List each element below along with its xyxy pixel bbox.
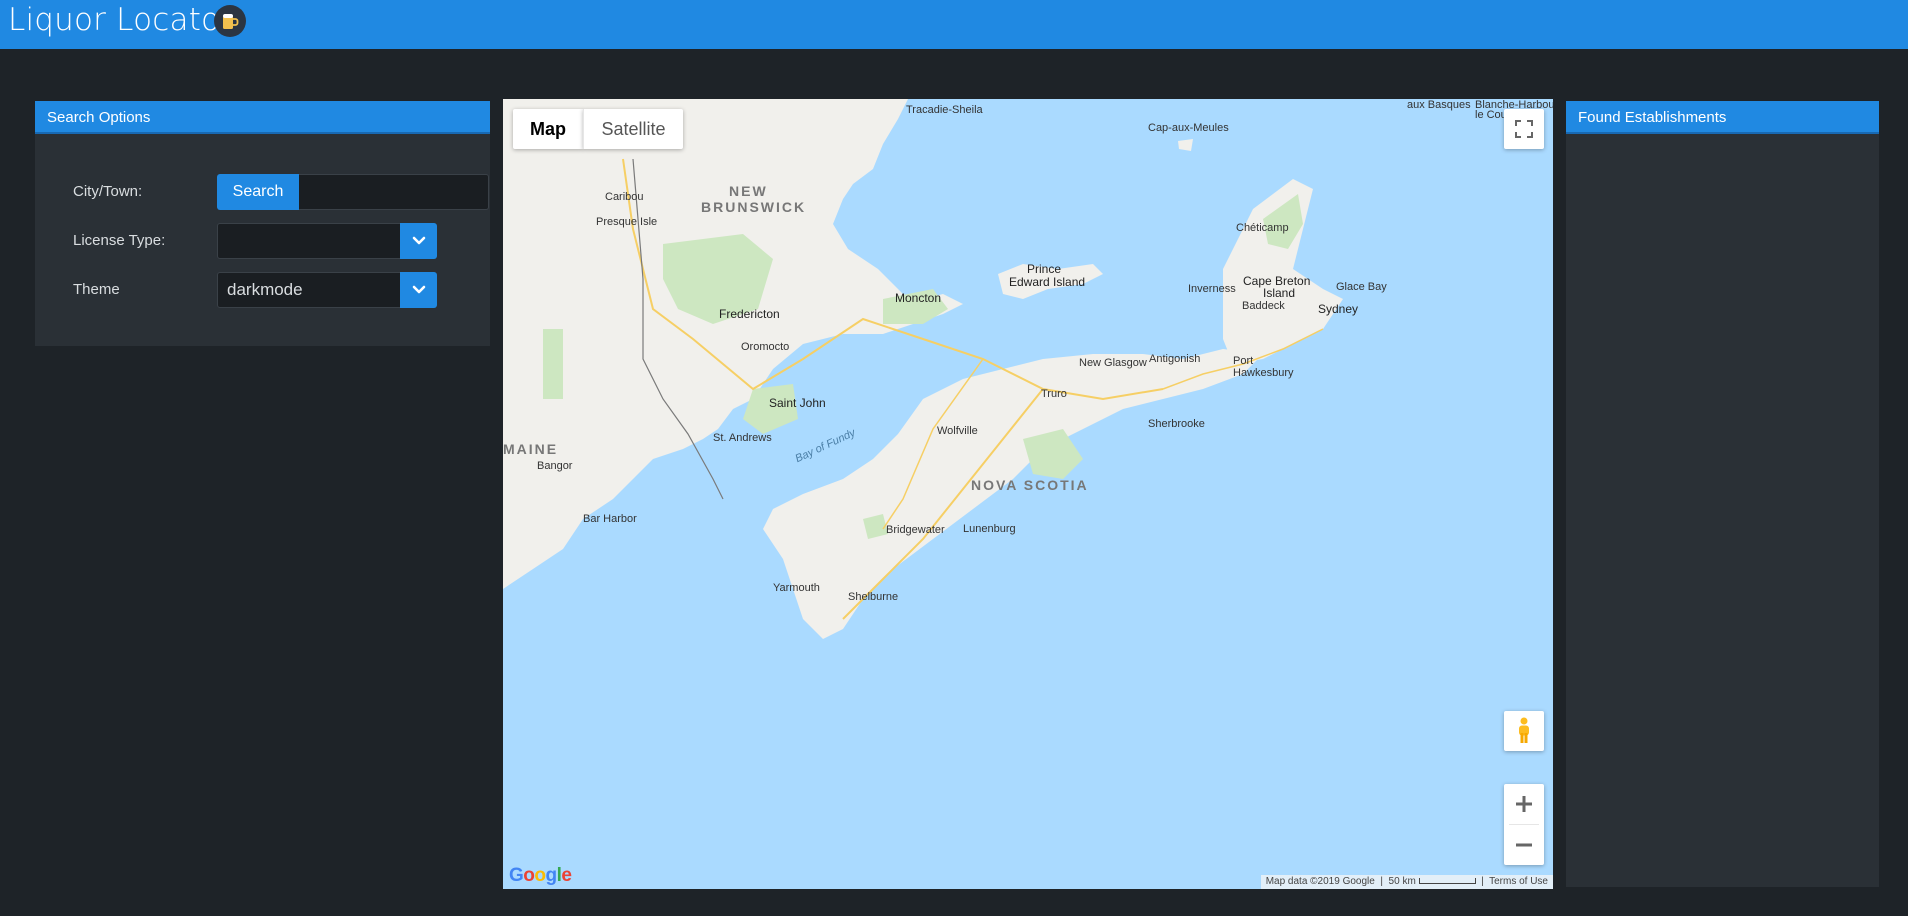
found-establishments-panel: Found Establishments <box>1566 101 1879 887</box>
map-label: Lunenburg <box>963 523 1016 535</box>
minus-icon <box>1516 843 1532 847</box>
beer-mug-icon <box>214 5 246 37</box>
app-header: Liquor Locator <box>0 0 1908 49</box>
app-title: Liquor Locator <box>8 2 234 38</box>
zoom-out-button[interactable] <box>1504 825 1544 865</box>
map-canvas[interactable] <box>503 99 1553 889</box>
chevron-down-icon <box>412 236 425 245</box>
map-label: NEW <box>729 183 768 199</box>
theme-label: Theme <box>73 281 120 298</box>
map-label: Cap-aux-Meules <box>1148 122 1229 134</box>
map-label: Fredericton <box>719 307 780 321</box>
map-label: Yarmouth <box>773 582 820 594</box>
map-label: BRUNSWICK <box>701 199 807 215</box>
map-type-map-button[interactable]: Map <box>513 109 583 149</box>
google-logo: Google <box>509 865 572 886</box>
map-scale[interactable]: 50 km <box>1389 876 1416 887</box>
street-view-button[interactable] <box>1504 711 1544 751</box>
map-data-text: Map data ©2019 Google <box>1265 876 1375 887</box>
map-label: Chéticamp <box>1236 222 1289 234</box>
map-attribution: Map data ©2019 Google | 50 km | Terms of… <box>1260 875 1553 889</box>
map-view[interactable]: NEW BRUNSWICK NOVA SCOTIA MAINE Prince E… <box>503 99 1553 889</box>
map-label: NOVA SCOTIA <box>971 477 1089 493</box>
map-label: Presque Isle <box>596 216 658 228</box>
city-input[interactable] <box>299 174 489 210</box>
map-label: Bar Harbor <box>583 513 637 525</box>
theme-select[interactable]: darkmode <box>217 272 401 308</box>
license-label: License Type: <box>73 232 166 249</box>
scale-bar <box>1418 878 1476 885</box>
map-label: le Cou <box>1475 109 1507 121</box>
fullscreen-button[interactable] <box>1504 109 1544 149</box>
map-label: Saint John <box>769 396 826 410</box>
search-options-header: Search Options <box>35 101 490 134</box>
map-label: Tracadie-Sheila <box>906 104 983 116</box>
found-establishments-header: Found Establishments <box>1566 101 1879 134</box>
map-label: Shelburne <box>848 591 899 603</box>
map-label: Port <box>1233 355 1254 367</box>
map-type-satellite-button[interactable]: Satellite <box>583 109 683 149</box>
map-label: Inverness <box>1188 283 1236 295</box>
fullscreen-icon <box>1515 120 1533 138</box>
license-dropdown-button[interactable] <box>400 223 437 259</box>
map-label: New Glasgow <box>1079 357 1147 369</box>
map-label: Sherbrooke <box>1148 418 1205 430</box>
map-label: Hawkesbury <box>1233 367 1294 379</box>
theme-dropdown-button[interactable] <box>400 272 437 308</box>
map-label: Prince <box>1027 262 1062 276</box>
chevron-down-icon <box>412 285 425 294</box>
map-label: Island <box>1263 286 1296 300</box>
map-label: Glace Bay <box>1336 281 1387 293</box>
map-label: aux Basques <box>1407 99 1471 111</box>
map-label: Antigonish <box>1149 353 1201 365</box>
map-label: Wolfville <box>937 425 978 437</box>
map-label: Moncton <box>895 291 942 305</box>
plus-icon <box>1516 796 1532 812</box>
map-label: St. Andrews <box>713 432 772 444</box>
map-label: MAINE <box>503 441 559 457</box>
map-label: Oromocto <box>741 341 790 353</box>
map-label: Caribou <box>605 191 644 203</box>
terms-of-use-link[interactable]: Terms of Use <box>1489 876 1548 887</box>
map-label: Bridgewater <box>886 524 945 536</box>
map-label: Truro <box>1041 388 1067 400</box>
zoom-in-button[interactable] <box>1504 784 1544 824</box>
city-label: City/Town: <box>73 183 143 200</box>
zoom-control <box>1504 784 1544 865</box>
license-type-select[interactable] <box>217 223 401 259</box>
map-label: Sydney <box>1318 302 1359 316</box>
map-label: Baddeck <box>1242 300 1285 312</box>
search-options-panel: Search Options City/Town: Search License… <box>35 101 490 346</box>
search-button[interactable]: Search <box>217 174 299 210</box>
map-label: Edward Island <box>1009 275 1086 289</box>
map-label: Bangor <box>537 460 573 472</box>
pegman-icon <box>1519 717 1529 743</box>
